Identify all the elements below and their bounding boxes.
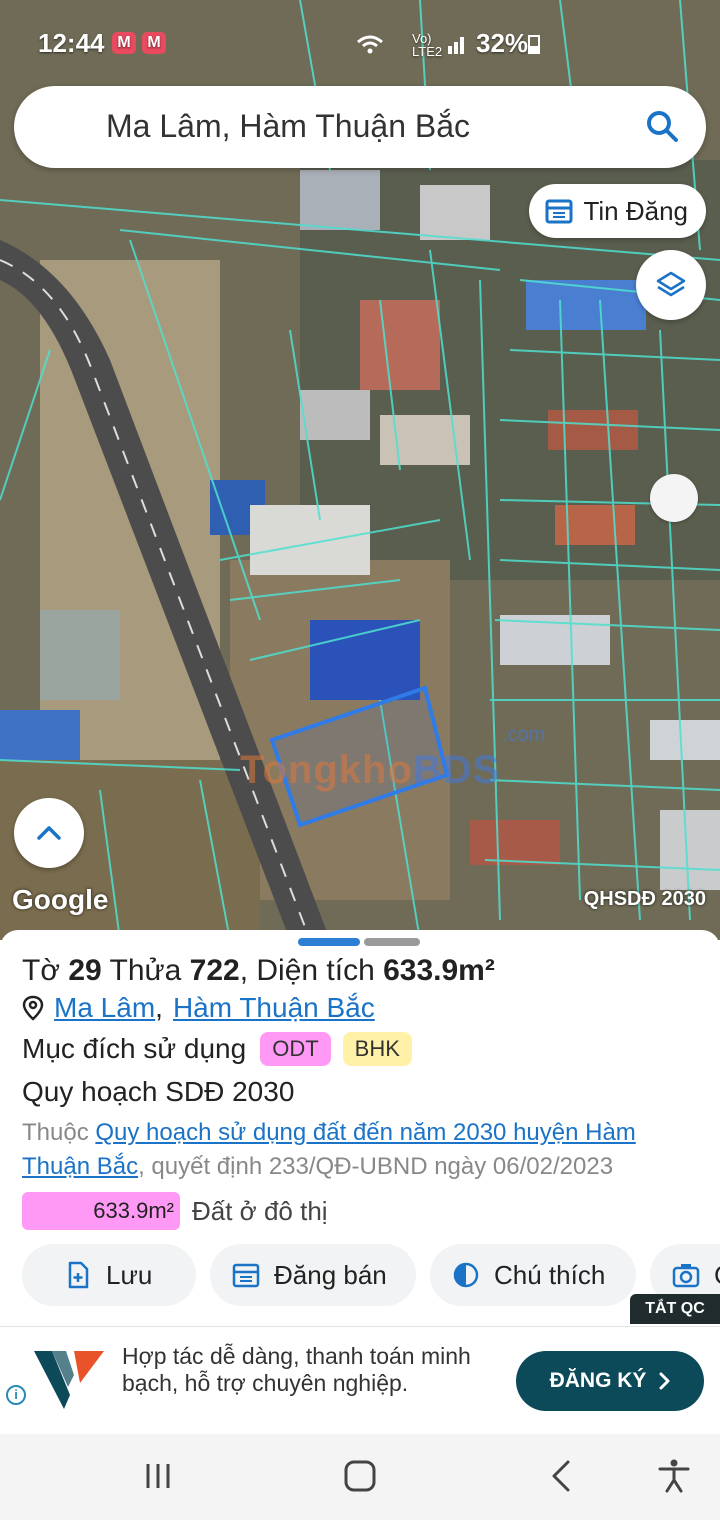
area-chip: 633.9m² (22, 1192, 180, 1230)
layers-button[interactable] (636, 250, 706, 320)
land-use-purpose: Mục đích sử dụng ODT BHK (22, 1032, 412, 1066)
plan-description: Thuộc Quy hoạch sử dụng đất đến năm 2030… (22, 1119, 636, 1180)
listings-button-label: Tin Đăng (583, 195, 688, 226)
battery-icon (528, 35, 540, 54)
info-icon[interactable]: i (6, 1385, 26, 1405)
plan-label: Quy hoạch SDĐ 2030 (22, 1076, 295, 1107)
app-notification-icon: M (112, 32, 136, 54)
search-icon[interactable] (644, 108, 680, 144)
parcel-location: Ma Lâm, Hàm Thuận Bắc (22, 992, 375, 1024)
location-pin-icon (22, 995, 44, 1021)
search-bar[interactable]: Ma Lâm, Hàm Thuận Bắc (14, 86, 706, 168)
recent-apps-icon[interactable] (138, 1456, 178, 1496)
home-icon[interactable] (340, 1456, 380, 1496)
action-buttons: Lưu Đăng bán Chú thích C (22, 1244, 720, 1308)
map-layer-badge: QHSDĐ 2030 (583, 888, 706, 910)
purpose-tag-bhk: BHK (342, 1032, 412, 1066)
system-nav-bar (0, 1434, 720, 1520)
purpose-label: Mục đích sử dụng (22, 1033, 247, 1064)
save-button[interactable]: Lưu (22, 1244, 196, 1306)
chevron-right-icon (659, 1372, 670, 1390)
expand-up-button[interactable] (14, 798, 84, 868)
parcel-title: Tờ 29 Thửa 722, Diện tích 633.9m² (22, 954, 495, 987)
floating-handle[interactable] (650, 474, 698, 522)
watermark: TongkhoBDS (240, 748, 501, 792)
purpose-tag-odt: ODT (260, 1032, 331, 1066)
layers-icon (656, 271, 686, 297)
camera-icon (672, 1264, 700, 1288)
listings-button[interactable]: Tin Đăng (529, 184, 706, 238)
ad-banner[interactable]: i Hợp tác dễ dàng, thanh toán minh bạch,… (0, 1326, 720, 1434)
advertiser-logo (34, 1351, 104, 1409)
accessibility-icon[interactable] (654, 1456, 694, 1496)
calendar-icon (232, 1263, 260, 1288)
battery-level: 32% (476, 28, 529, 58)
parcel-info-sheet: Tờ 29 Thửa 722, Diện tích 633.9m² Ma Lâm… (0, 930, 720, 1330)
search-query[interactable]: Ma Lâm, Hàm Thuận Bắc (106, 108, 470, 145)
land-area-breakdown: 633.9m² Đất ở đô thị (22, 1192, 328, 1230)
chevron-up-icon (37, 826, 61, 840)
contrast-icon (453, 1262, 479, 1288)
post-for-sale-button[interactable]: Đăng bán (210, 1244, 416, 1306)
watermark-suffix: .com (502, 724, 546, 746)
app-notification-icon: M (142, 32, 166, 54)
network-type: Vo) LTE2 (412, 31, 443, 59)
signal-icon (448, 37, 464, 54)
sheet-handle[interactable] (364, 938, 420, 946)
sheet-handle-active[interactable] (298, 938, 360, 946)
district-link[interactable]: Hàm Thuận Bắc (173, 992, 375, 1024)
legend-button[interactable]: Chú thích (430, 1244, 636, 1306)
ad-register-button[interactable]: ĐĂNG KÝ (516, 1351, 704, 1411)
satellite-map[interactable]: TongkhoBDS .com 12:44 M M Vo) LTE2 32% M… (0, 0, 720, 940)
back-icon[interactable] (542, 1456, 582, 1496)
area-chip-label: Đất ở đô thị (192, 1195, 328, 1226)
ad-text: Hợp tác dễ dàng, thanh toán minh bạch, h… (122, 1343, 471, 1396)
calendar-icon (545, 199, 573, 224)
commune-link[interactable]: Ma Lâm (54, 992, 155, 1024)
wifi-icon (357, 35, 383, 54)
status-bar: 12:44 M M Vo) LTE2 32% (0, 0, 720, 86)
add-file-icon (68, 1261, 89, 1289)
google-attribution: Google (12, 884, 109, 915)
close-ads-button[interactable]: TẮT QC (630, 1294, 720, 1324)
status-time: 12:44 (38, 28, 105, 58)
